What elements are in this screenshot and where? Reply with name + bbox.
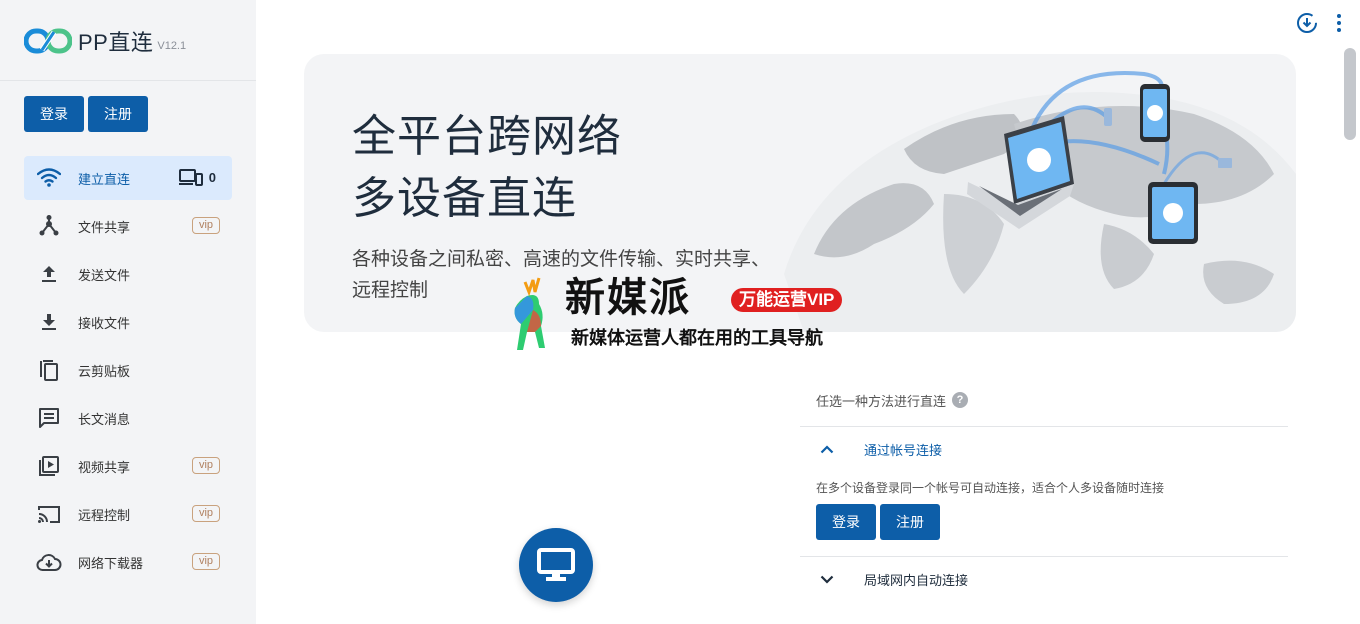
watermark-brand: 新媒派 [565,276,691,320]
help-icon[interactable]: ? [952,392,969,408]
sidebar-item-send-file[interactable]: 发送文件 [24,252,232,296]
method-account-body: 在多个设备登录同一个帐号可自动连接，适合个人多设备随时连接 登录 注册 [800,471,1288,556]
vip-badge: vip [191,553,220,570]
sidebar-item-label: 云剪贴板 [78,363,131,379]
hero-title-line1: 全平台跨网络 [352,112,622,161]
hero-title: 全平台跨网络 多设备直连 [352,106,622,230]
connect-hint: 任选一种方法进行直连 ? [800,386,1288,414]
sidebar-item-file-share[interactable]: 文件共享 vip [24,204,232,248]
wifi-icon [36,165,62,191]
sidebar-item-receive-file[interactable]: 接收文件 [24,300,232,344]
method-account-header[interactable]: 通过帐号连接 [800,427,1288,471]
app-version: V12.1 [157,40,187,52]
connect-hint-text: 任选一种方法进行直连 [816,393,947,409]
sidebar-item-label: 发送文件 [78,267,131,283]
sidebar-item-label: 文件共享 [78,219,131,235]
sidebar-nav: 建立直连 0 文件共享 vip 发送文件 接收文件 云剪贴板 长文消息 视频共享… [24,156,232,588]
device-count: 0 [178,168,216,186]
top-toolbar [1296,12,1342,39]
sidebar-item-label: 接收文件 [78,315,131,331]
message-icon [36,405,62,431]
sidebar-item-label: 远程控制 [78,507,131,523]
sidebar-item-label: 建立直连 [78,171,131,187]
vip-badge: vip [191,505,220,522]
tablet-device [1148,182,1198,244]
method-lan-header[interactable]: 局域网内自动连接 [800,557,1288,601]
sidebar-item-cloud-clipboard[interactable]: 云剪贴板 [24,348,232,392]
watermark-tagline: 新媒体运营人都在用的工具导航 [571,328,823,348]
sidebar: PP直连 V12.1 登录 注册 建立直连 0 文件共享 vip 发送文件 接收… [0,0,256,624]
scrollbar-thumb[interactable] [1344,48,1356,140]
deer-logo-icon [514,277,545,350]
panel-register-button[interactable]: 注册 [880,504,940,540]
monitor-icon [537,548,575,581]
sidebar-item-direct-connect[interactable]: 建立直连 0 [24,156,232,200]
method-lan-title: 局域网内自动连接 [864,572,969,588]
sidebar-divider [0,80,256,81]
sidebar-item-net-downloader[interactable]: 网络下载器 vip [24,540,232,584]
share-icon [36,213,62,239]
app-logo-icon [24,28,72,54]
phone-device [1140,84,1170,142]
login-button[interactable]: 登录 [24,96,84,132]
more-vert-icon[interactable] [1336,13,1342,38]
sidebar-item-label: 长文消息 [78,411,131,427]
clipboard-icon [36,357,62,383]
sidebar-item-label: 网络下载器 [78,555,144,571]
this-device-button[interactable] [519,528,593,602]
device-count-value: 0 [208,169,216,185]
upload-icon [36,261,62,287]
method-account-title: 通过帐号连接 [864,442,943,458]
devices-icon [178,169,203,186]
vip-badge: vip [191,457,220,474]
cast-icon [36,501,62,527]
connect-methods-panel: 任选一种方法进行直连 ? 通过帐号连接 在多个设备登录同一个帐号可自动连接，适合… [800,386,1288,601]
download-icon [36,309,62,335]
sidebar-item-long-message[interactable]: 长文消息 [24,396,232,440]
cloud-download-icon [36,549,62,575]
chevron-down-icon [820,575,834,584]
download-circle-icon[interactable] [1296,12,1318,39]
sidebar-item-video-share[interactable]: 视频共享 vip [24,444,232,488]
panel-login-button[interactable]: 登录 [816,504,876,540]
watermark-overlay: 新媒派 万能运营VIP 新媒体运营人都在用的工具导航 [505,274,865,354]
register-button[interactable]: 注册 [88,96,148,132]
auth-buttons: 登录 注册 [24,96,148,132]
vip-badge: vip [191,217,220,234]
method-account-description: 在多个设备登录同一个帐号可自动连接，适合个人多设备随时连接 [816,481,1165,495]
watermark-badge: 万能运营VIP [731,288,843,312]
sidebar-item-remote-control[interactable]: 远程控制 vip [24,492,232,536]
hero-title-line2: 多设备直连 [352,174,577,223]
brand: PP直连 V12.1 [24,26,186,56]
chevron-up-icon [820,444,834,453]
video-icon [36,453,62,479]
sidebar-item-label: 视频共享 [78,459,131,475]
app-name: PP直连 [78,30,154,55]
